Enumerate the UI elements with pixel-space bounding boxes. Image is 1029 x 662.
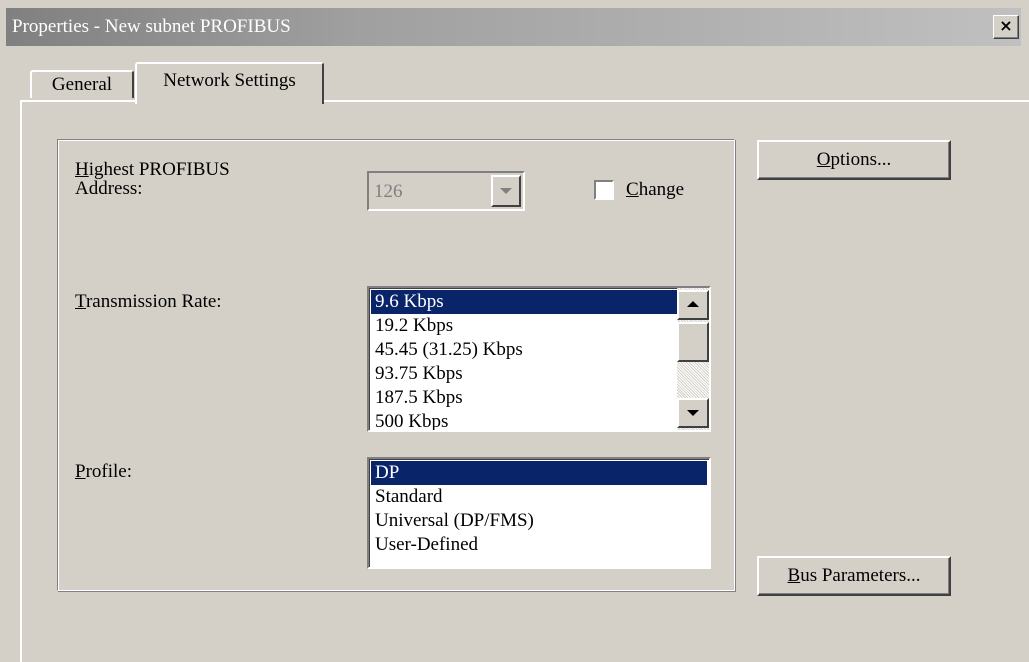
change-label[interactable]: Change: [626, 180, 684, 199]
bus-parameters-label: us Parameters...: [800, 565, 921, 586]
list-item[interactable]: 45.45 (31.25) Kbps: [371, 338, 677, 362]
list-item[interactable]: 9.6 Kbps: [371, 290, 677, 314]
options-label: ptions...: [830, 149, 892, 170]
transmission-rate-accel: T: [75, 291, 86, 312]
scroll-up-icon[interactable]: [677, 290, 709, 320]
profile-listbox[interactable]: DP Standard Universal (DP/FMS) User-Defi…: [367, 457, 711, 569]
profile-label-text: rofile:: [85, 461, 133, 482]
profile-accel: P: [75, 461, 86, 482]
bus-parameters-accel: B: [787, 565, 801, 586]
list-item[interactable]: 93.75 Kbps: [371, 362, 677, 386]
window-title: Properties - New subnet PROFIBUS: [12, 16, 291, 37]
list-item[interactable]: DP: [371, 461, 707, 485]
list-item[interactable]: 187.5 Kbps: [371, 386, 677, 410]
scroll-down-icon[interactable]: [677, 398, 709, 428]
highest-address-value: 126: [374, 181, 403, 202]
highest-address-combo[interactable]: 126: [367, 171, 525, 211]
list-item[interactable]: 500 Kbps: [371, 410, 677, 430]
list-item[interactable]: Universal (DP/FMS): [371, 509, 707, 533]
transmission-rate-listbox[interactable]: 9.6 Kbps 19.2 Kbps 45.45 (31.25) Kbps 93…: [367, 286, 711, 432]
close-icon: ×: [999, 16, 1013, 35]
list-item[interactable]: 19.2 Kbps: [371, 314, 677, 338]
tab-general[interactable]: General: [30, 70, 134, 98]
options-accel: O: [816, 149, 831, 170]
highest-address-label-line1: ighest PROFIBUS: [88, 159, 230, 180]
options-button[interactable]: Options...: [757, 140, 951, 180]
transmission-rate-label-text: ransmission Rate:: [85, 291, 222, 312]
change-accel: C: [626, 179, 639, 200]
change-label-text: hange: [638, 179, 685, 200]
properties-dialog: Properties - New subnet PROFIBUS × Gener…: [0, 0, 1029, 662]
tab-network-settings[interactable]: Network Settings: [135, 62, 324, 104]
profile-label: Profile:: [75, 462, 132, 481]
transmission-rate-label: Transmission Rate:: [75, 292, 222, 311]
change-checkbox[interactable]: [594, 180, 614, 200]
tab-network-settings-label: Network Settings: [163, 70, 296, 91]
close-button[interactable]: ×: [993, 15, 1019, 39]
list-item[interactable]: User-Defined: [371, 533, 707, 557]
vertical-scrollbar[interactable]: [677, 288, 709, 430]
highest-address-label-line2: Address:: [75, 178, 143, 199]
tab-general-label: General: [51, 74, 113, 95]
list-item[interactable]: Standard: [371, 485, 707, 509]
highest-address-label: Highest PROFIBUS Address:: [75, 160, 230, 198]
bus-parameters-button[interactable]: Bus Parameters...: [757, 556, 951, 596]
highest-address-accel: H: [75, 159, 89, 180]
title-bar[interactable]: Properties - New subnet PROFIBUS ×: [6, 8, 1021, 46]
scrollbar-thumb[interactable]: [677, 322, 709, 362]
chevron-down-icon[interactable]: [491, 175, 521, 207]
